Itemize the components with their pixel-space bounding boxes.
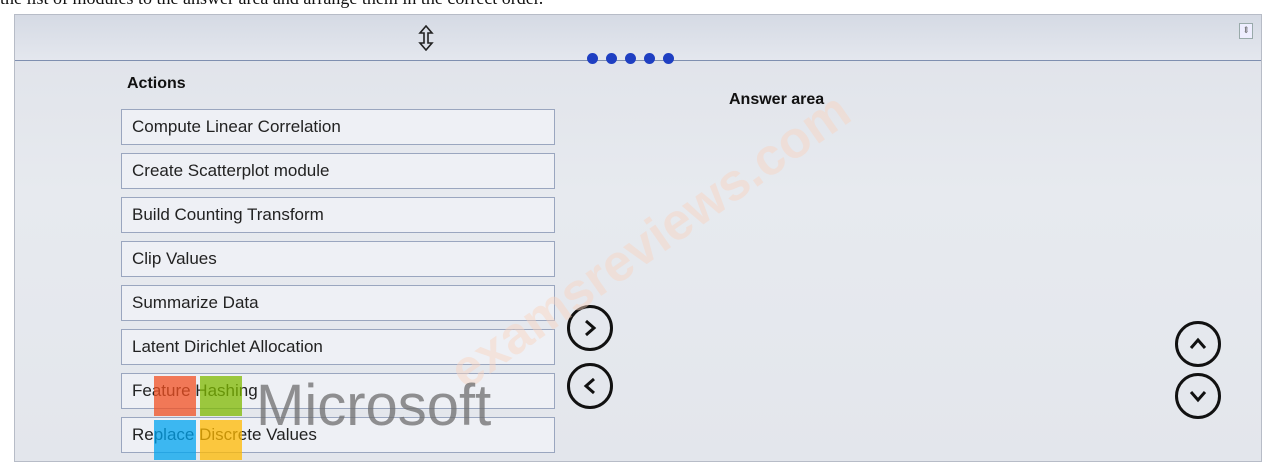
answer-area-heading: Answer area — [729, 91, 825, 108]
chevron-left-icon — [583, 377, 595, 395]
action-item[interactable]: Latent Dirichlet Allocation — [121, 329, 555, 365]
actions-heading: Actions — [127, 75, 186, 92]
pager-dot[interactable] — [663, 53, 674, 64]
corner-scroll-icon[interactable]: ⇕ — [1239, 23, 1253, 39]
chevron-down-icon — [1189, 391, 1207, 403]
logo-square-green — [200, 376, 242, 416]
logo-square-yellow — [200, 420, 242, 460]
action-item[interactable]: Build Counting Transform — [121, 197, 555, 233]
panel-top-bar: ⇕ — [15, 15, 1261, 64]
action-item[interactable]: Compute Linear Correlation — [121, 109, 555, 145]
logo-square-blue — [154, 420, 196, 460]
move-right-button[interactable] — [567, 305, 613, 351]
pager-dot[interactable] — [625, 53, 636, 64]
pager-dot[interactable] — [644, 53, 655, 64]
action-item[interactable]: Clip Values — [121, 241, 555, 277]
pager-dot[interactable] — [587, 53, 598, 64]
pager-dot[interactable] — [606, 53, 617, 64]
move-up-button[interactable] — [1175, 321, 1221, 367]
move-left-button[interactable] — [567, 363, 613, 409]
chevron-right-icon — [585, 319, 597, 337]
pager-dots — [587, 53, 674, 64]
action-item[interactable]: Summarize Data — [121, 285, 555, 321]
resize-handle-icon[interactable] — [417, 25, 435, 51]
action-item[interactable]: Create Scatterplot module — [121, 153, 555, 189]
microsoft-logo-text: Microsoft — [256, 373, 492, 438]
chevron-up-icon — [1189, 337, 1207, 349]
move-down-button[interactable] — [1175, 373, 1221, 419]
instruction-text: the list of modules to the answer area a… — [0, 0, 1276, 12]
logo-square-red — [154, 376, 196, 416]
